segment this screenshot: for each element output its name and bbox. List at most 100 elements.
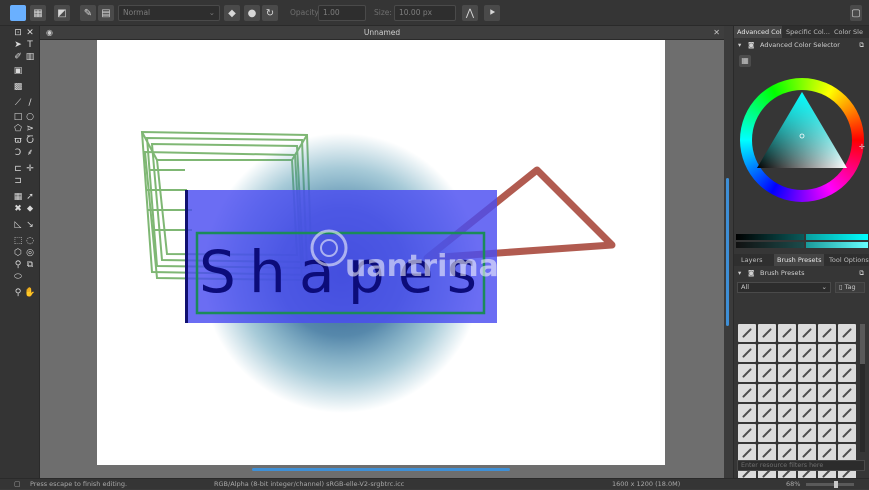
shade-bar-3[interactable] (736, 242, 804, 248)
close-document-icon[interactable]: ✕ (713, 26, 720, 40)
fill-tool-icon[interactable]: ⬥ (24, 204, 36, 215)
brush-preset[interactable] (838, 424, 856, 442)
brush-preset[interactable] (798, 404, 816, 422)
smart-patch-icon[interactable]: ✖ (12, 204, 24, 215)
crop-tool-icon[interactable]: ⊏ (12, 164, 24, 175)
brush-preset[interactable] (758, 364, 776, 382)
brush-preset[interactable] (818, 324, 836, 342)
dynamic-brush-icon[interactable]: Ↄ (12, 148, 24, 159)
freehand-path-icon[interactable]: Ⴀ (24, 136, 36, 147)
polyline-tool-icon[interactable]: ⋗ (24, 124, 36, 135)
size-input[interactable]: 10.00 px (394, 5, 456, 21)
text-tool-icon[interactable]: T (24, 40, 36, 51)
brush-preset[interactable] (818, 404, 836, 422)
multibrush-icon[interactable]: ⸙ (24, 148, 36, 159)
window-menu-icon[interactable]: ▢ (850, 5, 862, 21)
float-icon[interactable]: ⧉ (859, 40, 864, 51)
brush-preset[interactable] (778, 344, 796, 362)
bezier-tool-icon[interactable]: ϖ (12, 136, 24, 147)
brush-preset[interactable] (778, 384, 796, 402)
brush-preset[interactable] (758, 384, 776, 402)
path-select-icon[interactable]: ⬭ (12, 272, 24, 283)
blend-mode-select[interactable]: Normal ⌄ (118, 5, 220, 21)
collapse-icon-2[interactable]: ▾ (738, 268, 741, 279)
brush-preset[interactable] (738, 324, 756, 342)
opacity-input[interactable]: 1.00 (318, 5, 366, 21)
zoom-tool-icon[interactable]: ⚲ (12, 288, 24, 299)
polygon-tool-icon[interactable]: ⬠ (12, 124, 24, 135)
colors-icon[interactable]: ◩ (54, 5, 70, 21)
gradient-edit-icon[interactable]: ▣ (12, 66, 24, 77)
document-tab[interactable]: ◉ Unnamed ✕ (40, 26, 724, 40)
toolbox-float-icon[interactable]: ⊡ (12, 28, 24, 39)
measure-tool-icon[interactable]: ↘ (24, 220, 36, 231)
brush-preset[interactable] (738, 384, 756, 402)
pattern-icon[interactable]: ▦ (30, 5, 46, 21)
tab-brush-presets[interactable]: Brush Presets (774, 254, 824, 266)
preserve-alpha-icon[interactable]: ● (244, 5, 260, 21)
brush-preset[interactable] (818, 364, 836, 382)
transform-tool-icon[interactable]: ⊐ (12, 176, 24, 187)
gradient-tool-icon[interactable]: ▦ (12, 192, 24, 203)
brush-preset[interactable] (758, 424, 776, 442)
brush-preset[interactable] (778, 364, 796, 382)
brush-preset[interactable] (838, 324, 856, 342)
resource-filter-input[interactable]: Enter resource filters here (737, 460, 865, 471)
shade-bar-2[interactable] (806, 234, 868, 240)
brush-preset[interactable] (818, 344, 836, 362)
eraser-icon[interactable]: ◆ (224, 5, 240, 21)
brush-preset[interactable] (818, 424, 836, 442)
tag-filter-select[interactable]: All ⌄ (737, 282, 831, 293)
brush-preset[interactable] (798, 384, 816, 402)
tab-specific-color[interactable]: Specific Col... (783, 26, 830, 38)
brush-preset-button[interactable] (10, 5, 26, 21)
brush-preset[interactable] (838, 384, 856, 402)
shade-bar-4[interactable] (806, 242, 868, 248)
float-icon-2[interactable]: ⧉ (859, 268, 864, 279)
similar-select-icon[interactable]: ⧉ (24, 260, 36, 271)
brush-preset[interactable] (738, 364, 756, 382)
vertical-scrollbar[interactable] (726, 178, 729, 326)
freehand-brush-icon[interactable]: ⟋ (12, 98, 24, 109)
brush-preset[interactable] (738, 344, 756, 362)
mirror-horizontal-icon[interactable]: ⋀ (462, 5, 478, 21)
collapse-icon[interactable]: ▾ (738, 40, 741, 51)
tab-color-selector[interactable]: Color Sle (831, 26, 869, 38)
brush-preset[interactable] (838, 404, 856, 422)
brush-grid-scrollbar[interactable] (860, 324, 865, 452)
edit-brush-icon[interactable]: ✎ (80, 5, 96, 21)
rectangle-tool-icon[interactable]: □ (12, 112, 24, 123)
pattern-edit-icon[interactable]: ▩ (12, 82, 24, 93)
brush-preset[interactable] (738, 424, 756, 442)
brush-grid-scroll-thumb[interactable] (860, 324, 865, 364)
brush-preset[interactable] (818, 384, 836, 402)
zoom-slider-handle[interactable] (834, 481, 838, 488)
brush-preset[interactable] (758, 404, 776, 422)
move-tool-icon[interactable]: ✛ (24, 164, 36, 175)
magic-wand-icon[interactable]: ⚲ (12, 260, 24, 271)
brush-preset[interactable] (758, 344, 776, 362)
polygon-select-icon[interactable]: ⬡ (12, 248, 24, 259)
brush-preset[interactable] (738, 404, 756, 422)
color-picker-icon[interactable]: ➚ (24, 192, 36, 203)
brush-preset[interactable] (778, 404, 796, 422)
brush-preset[interactable] (838, 364, 856, 382)
brush-preset[interactable] (838, 344, 856, 362)
pan-tool-icon[interactable]: ✋ (24, 288, 36, 299)
canvas-paper[interactable]: Shapes uantrimang (97, 40, 665, 465)
brush-preset[interactable] (798, 424, 816, 442)
assistant-tool-icon[interactable]: ◺ (12, 220, 24, 231)
tab-advanced-color[interactable]: Advanced Col... (734, 26, 782, 38)
ellipse-select-icon[interactable]: ◌ (24, 236, 36, 247)
calligraphy-icon[interactable]: ▥ (24, 52, 36, 63)
brush-preset[interactable] (798, 364, 816, 382)
color-settings-icon[interactable]: ▦ (739, 55, 751, 67)
tab-layers[interactable]: Layers (738, 254, 772, 266)
ellipse-tool-icon[interactable]: ○ (24, 112, 36, 123)
edit-shape-icon[interactable]: ✐ (12, 52, 24, 63)
horizontal-scrollbar[interactable] (252, 468, 510, 471)
select-shape-icon[interactable]: ➤ (12, 40, 24, 51)
rect-select-icon[interactable]: ⬚ (12, 236, 24, 247)
brush-preset[interactable] (798, 344, 816, 362)
color-triangle[interactable] (752, 88, 852, 188)
